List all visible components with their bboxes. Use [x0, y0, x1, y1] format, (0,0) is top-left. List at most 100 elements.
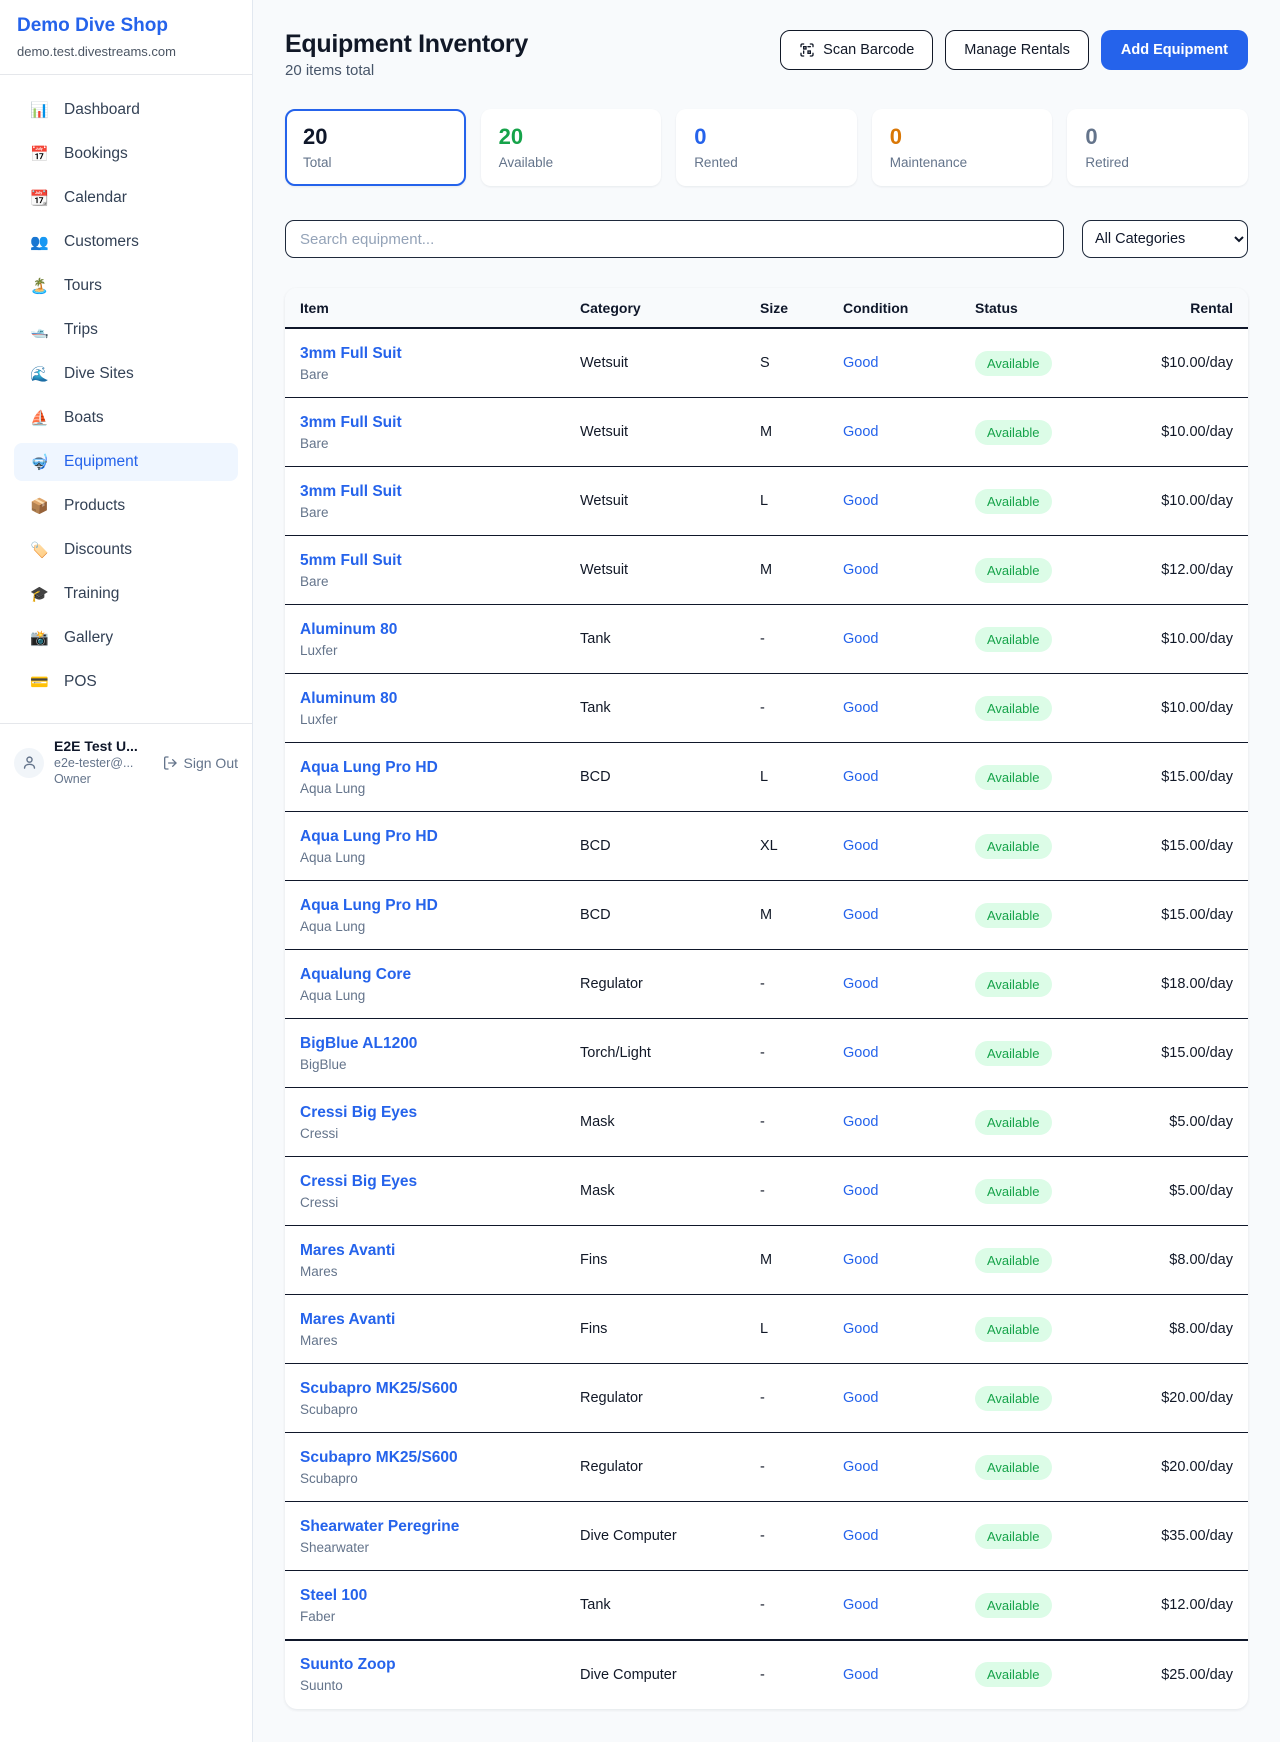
- sidebar-item-products[interactable]: 📦 Products: [14, 487, 238, 525]
- sidebar-item-label: Calendar: [64, 189, 127, 207]
- cell-item: 5mm Full Suit Bare: [300, 552, 580, 589]
- cell-condition-link[interactable]: Good: [843, 838, 975, 854]
- cell-condition-link[interactable]: Good: [843, 1252, 975, 1268]
- sidebar-item-gallery[interactable]: 📸 Gallery: [14, 619, 238, 657]
- item-name-link[interactable]: Aluminum 80: [300, 621, 397, 639]
- table-row: Shearwater Peregrine Shearwater Dive Com…: [285, 1502, 1248, 1571]
- sidebar-item-pos[interactable]: 💳 POS: [14, 663, 238, 701]
- sidebar-item-tours[interactable]: 🏝️ Tours: [14, 267, 238, 305]
- logout-icon: [162, 755, 178, 771]
- item-name-link[interactable]: Cressi Big Eyes: [300, 1104, 417, 1122]
- item-name-link[interactable]: Aqualung Core: [300, 966, 411, 984]
- item-name-link[interactable]: Aqua Lung Pro HD: [300, 759, 438, 777]
- item-name-link[interactable]: 3mm Full Suit: [300, 345, 402, 363]
- sidebar-item-boats[interactable]: ⛵ Boats: [14, 399, 238, 437]
- item-name-link[interactable]: Suunto Zoop: [300, 1656, 396, 1674]
- boats-icon: ⛵: [30, 409, 49, 427]
- sidebar-item-trips[interactable]: 🛥️ Trips: [14, 311, 238, 349]
- search-input[interactable]: [285, 220, 1064, 258]
- item-name-link[interactable]: 3mm Full Suit: [300, 414, 402, 432]
- item-name-link[interactable]: 5mm Full Suit: [300, 552, 402, 570]
- cell-rental: $15.00/day: [1135, 907, 1233, 923]
- cell-condition-link[interactable]: Good: [843, 1114, 975, 1130]
- sidebar-item-customers[interactable]: 👥 Customers: [14, 223, 238, 261]
- cell-condition-link[interactable]: Good: [843, 769, 975, 785]
- item-name-link[interactable]: Shearwater Peregrine: [300, 1518, 459, 1536]
- sidebar-item-calendar[interactable]: 📆 Calendar: [14, 179, 238, 217]
- cell-size: M: [760, 907, 843, 923]
- cell-category: BCD: [580, 907, 760, 923]
- sidebar-item-bookings[interactable]: 📅 Bookings: [14, 135, 238, 173]
- cell-condition-link[interactable]: Good: [843, 493, 975, 509]
- cell-condition-link[interactable]: Good: [843, 1045, 975, 1061]
- column-header-status: Status: [975, 300, 1135, 316]
- item-name-link[interactable]: Scubapro MK25/S600: [300, 1449, 458, 1467]
- cell-status: Available: [975, 1662, 1135, 1687]
- item-name-link[interactable]: Aqua Lung Pro HD: [300, 897, 438, 915]
- cell-condition-link[interactable]: Good: [843, 631, 975, 647]
- sidebar-item-equipment[interactable]: 🤿 Equipment: [14, 443, 238, 481]
- scan-barcode-button[interactable]: Scan Barcode: [780, 30, 933, 70]
- category-select[interactable]: All Categories: [1082, 220, 1248, 258]
- cell-condition-link[interactable]: Good: [843, 1183, 975, 1199]
- cell-size: M: [760, 562, 843, 578]
- sidebar-item-training[interactable]: 🎓 Training: [14, 575, 238, 613]
- cell-condition-link[interactable]: Good: [843, 976, 975, 992]
- equipment-icon: 🤿: [30, 453, 49, 471]
- table-row: Aqua Lung Pro HD Aqua Lung BCD L Good Av…: [285, 743, 1248, 812]
- table-row: Scubapro MK25/S600 Scubapro Regulator - …: [285, 1364, 1248, 1433]
- cell-size: -: [760, 1045, 843, 1061]
- stat-card-retired[interactable]: 0 Retired: [1067, 109, 1248, 186]
- stat-card-maintenance[interactable]: 0 Maintenance: [872, 109, 1053, 186]
- stat-card-rented[interactable]: 0 Rented: [676, 109, 857, 186]
- cell-category: Tank: [580, 700, 760, 716]
- column-header-item: Item: [300, 300, 580, 316]
- cell-condition-link[interactable]: Good: [843, 562, 975, 578]
- item-brand: Luxfer: [300, 712, 580, 727]
- stat-value: 0: [890, 124, 1035, 150]
- cell-condition-link[interactable]: Good: [843, 355, 975, 371]
- item-brand: Bare: [300, 505, 580, 520]
- item-name-link[interactable]: Aqua Lung Pro HD: [300, 828, 438, 846]
- cell-condition-link[interactable]: Good: [843, 907, 975, 923]
- add-equipment-button[interactable]: Add Equipment: [1101, 30, 1248, 70]
- cell-rental: $12.00/day: [1135, 562, 1233, 578]
- cell-size: -: [760, 700, 843, 716]
- cell-condition-link[interactable]: Good: [843, 1667, 975, 1683]
- cell-condition-link[interactable]: Good: [843, 700, 975, 716]
- cell-condition-link[interactable]: Good: [843, 1390, 975, 1406]
- sidebar-item-label: Training: [64, 585, 119, 603]
- stat-card-available[interactable]: 20 Available: [481, 109, 662, 186]
- cell-size: -: [760, 1667, 843, 1683]
- cell-rental: $18.00/day: [1135, 976, 1233, 992]
- cell-condition-link[interactable]: Good: [843, 1528, 975, 1544]
- stat-card-total[interactable]: 20 Total: [285, 109, 466, 186]
- cell-rental: $8.00/day: [1135, 1252, 1233, 1268]
- cell-condition-link[interactable]: Good: [843, 1459, 975, 1475]
- item-brand: Suunto: [300, 1678, 580, 1693]
- stat-label: Rented: [694, 155, 839, 170]
- cell-condition-link[interactable]: Good: [843, 1321, 975, 1337]
- item-name-link[interactable]: 3mm Full Suit: [300, 483, 402, 501]
- cell-condition-link[interactable]: Good: [843, 1597, 975, 1613]
- sidebar-item-discounts[interactable]: 🏷️ Discounts: [14, 531, 238, 569]
- cell-item: BigBlue AL1200 BigBlue: [300, 1035, 580, 1072]
- manage-rentals-button[interactable]: Manage Rentals: [945, 30, 1089, 70]
- stat-label: Available: [499, 155, 644, 170]
- item-name-link[interactable]: Cressi Big Eyes: [300, 1173, 417, 1191]
- item-name-link[interactable]: Mares Avanti: [300, 1311, 395, 1329]
- item-name-link[interactable]: Mares Avanti: [300, 1242, 395, 1260]
- sidebar-item-dashboard[interactable]: 📊 Dashboard: [14, 91, 238, 129]
- bookings-icon: 📅: [30, 145, 49, 163]
- cell-rental: $5.00/day: [1135, 1114, 1233, 1130]
- item-name-link[interactable]: Scubapro MK25/S600: [300, 1380, 458, 1398]
- cell-condition-link[interactable]: Good: [843, 424, 975, 440]
- item-name-link[interactable]: Steel 100: [300, 1587, 367, 1605]
- person-icon: [21, 754, 38, 771]
- sidebar-item-dive-sites[interactable]: 🌊 Dive Sites: [14, 355, 238, 393]
- cell-rental: $25.00/day: [1135, 1667, 1233, 1683]
- item-name-link[interactable]: BigBlue AL1200: [300, 1035, 417, 1053]
- cell-category: Wetsuit: [580, 493, 760, 509]
- sign-out-button[interactable]: Sign Out: [162, 755, 238, 771]
- item-name-link[interactable]: Aluminum 80: [300, 690, 397, 708]
